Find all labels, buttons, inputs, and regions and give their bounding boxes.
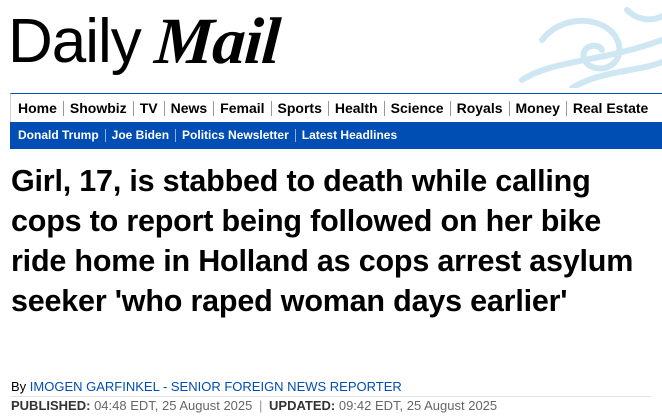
updated-label: UPDATED: [269, 398, 336, 413]
nav-item-sports[interactable]: Sports [272, 100, 329, 116]
subnav-item-politics-newsletter[interactable]: Politics Newsletter [176, 129, 296, 142]
primary-nav: Home Showbiz TV News Femail Sports Health Scien… [10, 93, 662, 122]
nav-item-showbiz[interactable]: Showbiz [64, 100, 134, 116]
secondary-nav: Donald Trump Joe Biden Politics Newsletter… [10, 122, 662, 149]
article-headline: Girl, 17, is stabbed to death while call… [11, 164, 634, 318]
date-separator: | [259, 398, 263, 413]
nav-item-royals[interactable]: Royals [451, 100, 510, 116]
byline: By IMOGEN GARFINKEL - SENIOR FOREIGN NEW… [11, 379, 402, 394]
published-label: PUBLISHED: [11, 398, 91, 413]
subnav-item-joe-biden[interactable]: Joe Biden [106, 129, 177, 142]
author-link[interactable]: IMOGEN GARFINKEL - SENIOR FOREIGN NEWS R… [30, 379, 402, 394]
masthead: Daily Mail [0, 0, 662, 88]
nav-item-home[interactable]: Home [11, 100, 64, 116]
nav-item-news[interactable]: News [165, 100, 215, 116]
published-date: 04:48 EDT, 25 August 2025 [94, 398, 253, 413]
updated-date: 09:42 EDT, 25 August 2025 [338, 398, 498, 413]
byline-prefix: By [11, 379, 30, 394]
byline-divider [11, 396, 651, 397]
nav-item-science[interactable]: Science [385, 100, 451, 116]
decorative-wave-icon [519, 7, 662, 88]
logo-mail-text: Mail [152, 5, 282, 78]
nav-item-real-estate[interactable]: Real Estate [567, 100, 654, 116]
logo-daily-text: Daily [8, 7, 142, 76]
article-dates: PUBLISHED: 04:48 EDT, 25 August 2025 | U… [11, 398, 497, 413]
subnav-item-donald-trump[interactable]: Donald Trump [10, 129, 106, 142]
daily-mail-logo[interactable]: Daily Mail [8, 2, 282, 82]
subnav-item-latest-headlines[interactable]: Latest Headlines [296, 129, 403, 142]
nav-item-femail[interactable]: Femail [214, 100, 272, 116]
nav-item-health[interactable]: Health [329, 100, 385, 116]
nav-item-money[interactable]: Money [510, 100, 567, 116]
nav-item-tv[interactable]: TV [134, 100, 165, 116]
